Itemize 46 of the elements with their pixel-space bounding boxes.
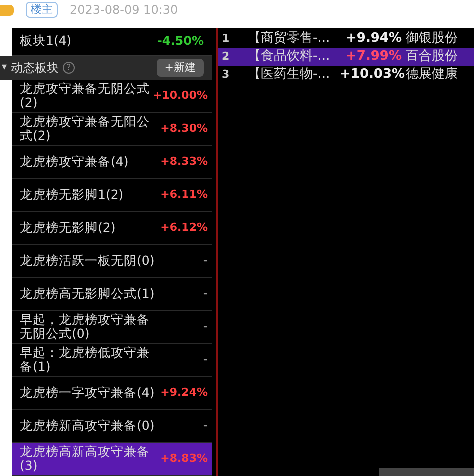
post-time: 2023-08-09 10:30: [70, 2, 178, 19]
block-name: 龙虎榜攻守兼备(4): [20, 155, 130, 169]
row-number: 3: [221, 66, 231, 83]
row-number: 1: [221, 30, 231, 47]
block-change: -: [203, 418, 208, 434]
block-row[interactable]: 早起，龙虎榜攻守兼备无阴公式(0) -: [12, 311, 212, 344]
block-change: +9.24%: [160, 384, 208, 401]
block-change: -: [203, 352, 208, 368]
block-name: 龙虎榜无影脚(2): [20, 221, 117, 235]
block-name: 龙虎榜攻守兼备无阳公式(2): [20, 115, 151, 143]
block-change: +8.33%: [160, 154, 208, 170]
block-name: 龙虎榜新高攻守兼备(0): [20, 419, 156, 433]
block-change: +6.11%: [160, 186, 208, 203]
block-change: +10.00%: [152, 88, 208, 104]
stock-row[interactable]: 2 【食品饮料-... +7.99% 百合股份: [218, 48, 474, 66]
row-number: 2: [221, 48, 231, 65]
block-change: +8.30%: [160, 120, 208, 137]
block-name: 板块1(4): [20, 32, 72, 50]
section-title: 动态板块: [11, 60, 60, 77]
block-change: -4.50%: [157, 33, 204, 50]
stock-name: 御银股份: [406, 30, 458, 48]
stock-change: +7.99%: [345, 48, 402, 66]
block-name: 龙虎榜活跃一板无阴(0): [20, 254, 156, 268]
help-icon[interactable]: ?: [63, 62, 76, 74]
author-tag: 楼主: [26, 2, 58, 18]
block-name: 龙虎榜无影脚1(2): [20, 188, 125, 202]
block-name: 龙虎攻守兼备无阴公式(2): [20, 82, 151, 110]
stock-name: 百合股份: [406, 48, 458, 66]
block-name: 早起，龙虎榜攻守兼备无阴公式(0): [20, 313, 151, 341]
block-change: +8.83%: [160, 450, 208, 467]
sector-name: 【食品饮料-...: [248, 48, 332, 66]
block-name: 龙虎榜高新高攻守兼备(3): [20, 445, 151, 473]
new-button[interactable]: +新建: [156, 58, 204, 77]
block-change: -: [203, 286, 208, 302]
block-change: -: [203, 252, 208, 269]
sector-name: 【商贸零售-...: [248, 30, 332, 48]
block-name: 龙虎榜高无影脚公式(1): [20, 287, 156, 301]
block-change: -: [203, 318, 208, 335]
sector-name: 【医药生物-...: [248, 66, 332, 84]
stock-name: 德展健康: [406, 66, 458, 84]
stock-change: +9.94%: [345, 30, 402, 48]
block-name: 龙虎榜一字攻守兼备(4): [20, 386, 156, 400]
block-row[interactable]: 早起：龙虎榜低攻守兼备(1) -: [12, 344, 212, 377]
block-name: 早起：龙虎榜低攻守兼备(1): [20, 346, 151, 374]
block-change: +6.12%: [160, 220, 208, 236]
collapse-toggle[interactable]: ▾: [2, 60, 8, 76]
